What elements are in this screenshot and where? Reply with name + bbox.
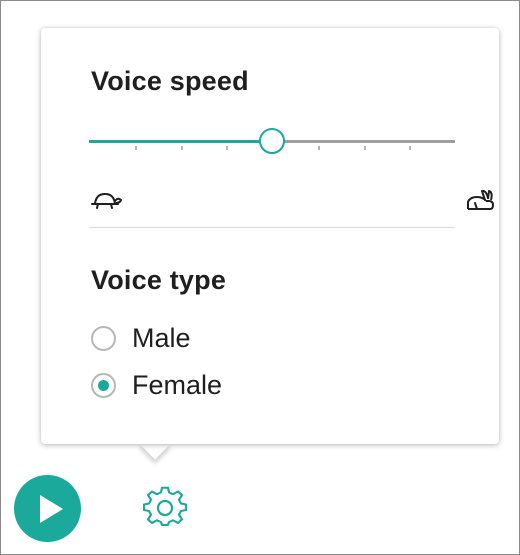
slider-tick [318,146,320,150]
rabbit-icon [467,189,494,210]
turtle-icon [91,193,122,209]
slider-tick [226,146,228,150]
voice-settings-popup: Voice speed Voice type Male Female [41,28,499,444]
voice-speed-slider[interactable] [89,126,455,160]
play-icon [40,495,63,523]
slider-track-filled [89,140,272,143]
female-label[interactable]: Female [132,370,222,401]
slider-thumb[interactable] [259,128,285,154]
voice-type-female-option[interactable]: Female [91,370,222,401]
slider-tick [364,146,366,150]
play-button[interactable] [14,475,81,542]
female-radio[interactable] [91,373,116,398]
slider-track-remaining [272,140,455,143]
gear-icon[interactable] [143,486,187,530]
male-radio[interactable] [91,326,116,351]
slider-tick [181,146,183,150]
voice-speed-title: Voice speed [91,66,249,96]
voice-type-male-option[interactable]: Male [91,323,191,354]
male-label[interactable]: Male [132,323,191,354]
slider-tick [409,146,411,150]
section-divider [89,227,455,228]
voice-type-title: Voice type [91,265,227,295]
slider-tick [135,146,137,150]
